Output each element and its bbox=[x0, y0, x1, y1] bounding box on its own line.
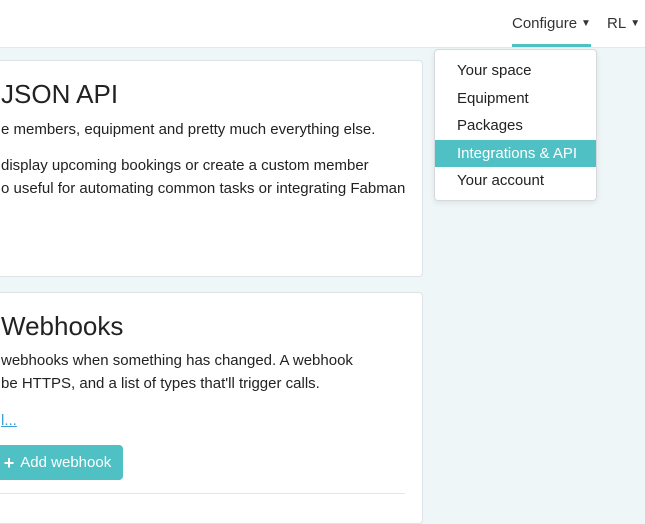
webhooks-more-link[interactable]: l... bbox=[1, 412, 17, 429]
configure-menu[interactable]: Configure ▼ bbox=[512, 0, 591, 47]
json-api-card: JSON API e members, equipment and pretty… bbox=[0, 60, 423, 277]
caret-down-icon: ▼ bbox=[630, 18, 641, 29]
json-api-text-line1: e members, equipment and pretty much eve… bbox=[1, 121, 376, 138]
dropdown-item-equipment[interactable]: Equipment bbox=[435, 85, 596, 113]
user-initials: RL bbox=[607, 15, 627, 32]
configure-dropdown: Your space Equipment Packages Integratio… bbox=[434, 49, 597, 201]
webhooks-title: Webhooks bbox=[1, 311, 124, 341]
json-api-text-line3: o useful for automating common tasks or … bbox=[1, 180, 406, 197]
dropdown-item-integrations-api[interactable]: Integrations & API bbox=[435, 139, 596, 167]
json-api-text-line2: display upcoming bookings or create a cu… bbox=[1, 157, 369, 174]
add-webhook-label: Add webhook bbox=[20, 454, 112, 471]
caret-down-icon: ▼ bbox=[581, 18, 591, 29]
webhooks-text-line2: be HTTPS, and a list of types that'll tr… bbox=[1, 375, 320, 392]
divider bbox=[0, 493, 405, 494]
dropdown-item-your-space[interactable]: Your space bbox=[435, 57, 596, 85]
dropdown-item-your-account[interactable]: Your account bbox=[435, 167, 596, 195]
user-menu[interactable]: RL ▼ bbox=[607, 0, 640, 47]
json-api-title: JSON API bbox=[1, 79, 119, 109]
dropdown-item-packages[interactable]: Packages bbox=[435, 112, 596, 140]
top-navbar: Configure ▼ RL ▼ bbox=[0, 0, 645, 48]
webhooks-card: Webhooks webhooks when something has cha… bbox=[0, 292, 423, 524]
webhooks-text-line1: webhooks when something has changed. A w… bbox=[1, 352, 353, 369]
add-webhook-button[interactable]: + Add webhook bbox=[0, 445, 123, 480]
plus-icon: + bbox=[3, 452, 15, 473]
configure-label: Configure bbox=[512, 15, 578, 32]
